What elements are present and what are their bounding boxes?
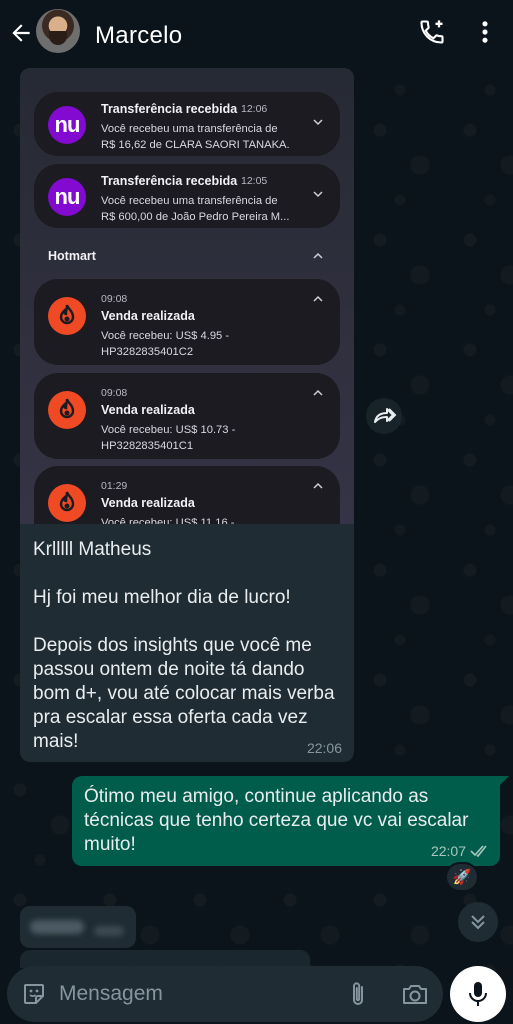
camera-icon[interactable]: [401, 981, 429, 1007]
message-input[interactable]: [59, 978, 329, 1010]
mic-icon: [469, 982, 487, 1006]
notification-group-label: Hotmart: [48, 249, 96, 263]
add-call-icon[interactable]: [418, 18, 446, 46]
notification-screenshot[interactable]: nu Transferência recebida 12:06 Você rec…: [20, 68, 354, 524]
double-check-icon: [470, 845, 487, 858]
notification-hotmart: 09:08 Venda realizada Você recebeu: US$ …: [34, 373, 340, 459]
chevron-up-icon: [313, 295, 323, 302]
notification-body-line: Você recebeu uma transferência de: [101, 123, 278, 135]
sticker-icon[interactable]: [21, 981, 47, 1007]
notification-body-line: Você recebeu: US$ 11.16 -: [101, 517, 235, 524]
chevron-down-icon: [313, 191, 323, 198]
chevron-up-icon: [313, 252, 323, 259]
notification-title: Venda realizada: [101, 403, 195, 417]
blurred-message[interactable]: [20, 906, 136, 948]
hotmart-flame-icon: [59, 491, 75, 512]
message-composer: [7, 966, 443, 1022]
chevron-up-icon: [313, 482, 323, 489]
notification-body: Você recebeu uma transferência de R$ 600…: [101, 193, 311, 225]
notification-hotmart: 01:29 Venda realizada Você recebeu: US$ …: [34, 466, 340, 524]
notification-nubank: nu Transferência recebida 12:05 Você rec…: [34, 164, 340, 228]
notification-title: Transferência recebida: [101, 174, 238, 188]
message-text: Ótimo meu amigo, continue aplicando as t…: [84, 786, 469, 855]
notification-title: Transferência recebida: [101, 102, 238, 116]
notification-hotmart: 09:08 Venda realizada Você recebeu: US$ …: [34, 279, 340, 365]
hotmart-logo: [48, 484, 86, 522]
chat-header: Marcelo: [0, 0, 513, 66]
notification-body: Você recebeu: US$ 10.73 - HP3282835401C1: [101, 422, 311, 454]
notification-body: Você recebeu uma transferência de R$ 16,…: [101, 121, 311, 153]
message-timestamp: 22:06: [306, 740, 342, 756]
chevron-down-icon: [313, 119, 323, 126]
contact-name[interactable]: Marcelo: [95, 22, 182, 50]
voice-record-button[interactable]: [450, 966, 506, 1022]
notification-body-line: HP3282835401C1: [101, 440, 194, 452]
notification-body-line: Você recebeu uma transferência de: [101, 195, 278, 207]
notification-body: Você recebeu: US$ 4.95 - HP3282835401C2: [101, 328, 311, 360]
notification-body-line: R$ 16,62 de CLARA SAORI TANAKA.: [101, 139, 290, 151]
hotmart-logo: [48, 297, 86, 335]
notification-body-line: Você recebeu: US$ 10.73 -: [101, 424, 236, 436]
incoming-message-bubble[interactable]: nu Transferência recebida 12:06 Você rec…: [20, 68, 354, 762]
notification-time: 12:06: [241, 103, 268, 115]
notification-time: 01:29: [101, 480, 128, 492]
nubank-logo: nu: [48, 178, 86, 216]
notification-title: Venda realizada: [101, 309, 195, 323]
notification-body-line: HP3282835401C2: [101, 346, 194, 358]
notification-time: 09:08: [101, 387, 128, 399]
attach-icon[interactable]: [347, 980, 369, 1008]
chevron-up-icon: [313, 389, 323, 396]
hotmart-flame-icon: [59, 398, 75, 419]
more-vert-icon[interactable]: [476, 18, 494, 46]
forward-icon: [374, 408, 397, 423]
hotmart-flame-icon: [59, 304, 75, 325]
nubank-logo: nu: [48, 106, 86, 144]
notification-time: 09:08: [101, 293, 128, 305]
notification-nubank: nu Transferência recebida 12:06 Você rec…: [34, 92, 340, 156]
scroll-down-button[interactable]: [458, 902, 498, 942]
back-arrow-icon[interactable]: [8, 20, 34, 46]
message-reaction[interactable]: 🚀: [445, 862, 479, 892]
notification-title: Venda realizada: [101, 496, 195, 510]
forward-button[interactable]: [366, 398, 402, 434]
notification-body-line: R$ 600,00 de João Pedro Pereira M...: [101, 211, 290, 223]
notification-time: 12:05: [241, 175, 268, 187]
message-text: Krlllll Matheus Hj foi meu melhor dia de…: [33, 539, 335, 752]
scroll-down-icon: [471, 915, 485, 930]
notification-body-line: Você recebeu: US$ 4.95 -: [101, 330, 230, 342]
hotmart-logo: [48, 391, 86, 429]
avatar[interactable]: [36, 9, 80, 53]
notification-body: Você recebeu: US$ 11.16 -: [101, 515, 311, 524]
message-timestamp: 22:07: [430, 843, 466, 859]
outgoing-message-bubble[interactable]: Ótimo meu amigo, continue aplicando as t…: [72, 776, 509, 866]
